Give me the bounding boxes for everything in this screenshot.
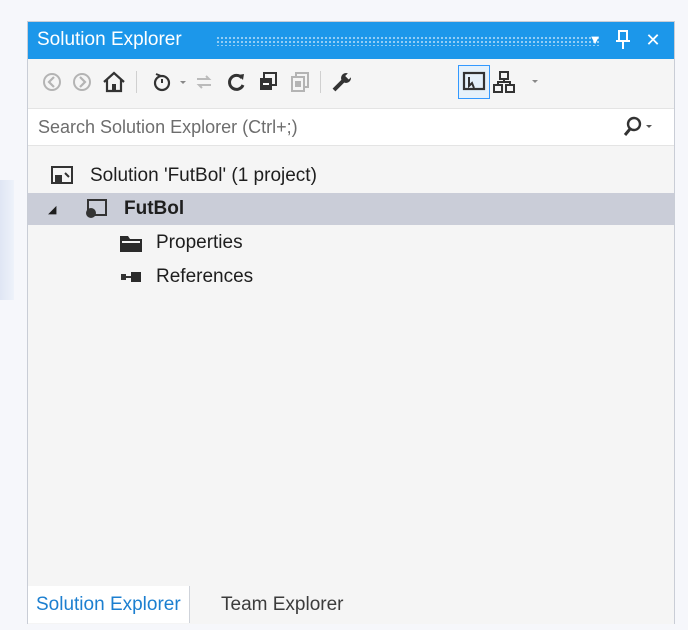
search-bar xyxy=(28,108,674,146)
solution-icon xyxy=(50,165,74,187)
tree-item-label: Properties xyxy=(156,232,243,253)
bottom-tab-strip: Solution Explorer Team Explorer xyxy=(28,586,674,624)
toolbar-separator xyxy=(320,71,321,93)
tree-item-label: References xyxy=(156,266,254,287)
search-input[interactable] xyxy=(36,114,600,140)
home-icon[interactable] xyxy=(100,68,128,96)
project-icon xyxy=(84,198,108,220)
tree-item-properties[interactable]: Properties xyxy=(28,227,674,259)
toolbar-separator xyxy=(136,71,137,93)
forward-icon[interactable] xyxy=(68,68,96,96)
sync-with-active-document-icon[interactable] xyxy=(190,68,218,96)
tab-team-explorer[interactable]: Team Explorer xyxy=(213,586,352,623)
refresh-icon[interactable] xyxy=(222,68,250,96)
expand-arrow-icon[interactable]: ◢ xyxy=(48,203,56,216)
tab-solution-explorer[interactable]: Solution Explorer xyxy=(28,586,190,623)
background-strip xyxy=(0,180,14,300)
show-all-files-icon[interactable] xyxy=(286,68,314,96)
pending-changes-filter-icon[interactable] xyxy=(152,68,188,96)
tree-item-solution[interactable]: Solution 'FutBol' (1 project) xyxy=(28,160,674,192)
panel-title: Solution Explorer xyxy=(37,29,182,50)
references-icon xyxy=(118,266,142,288)
pin-icon[interactable] xyxy=(612,28,634,52)
title-grip[interactable] xyxy=(216,36,600,46)
toolbar xyxy=(28,59,674,105)
properties-icon[interactable] xyxy=(328,68,356,96)
solution-tree: Solution 'FutBol' (1 project) ◢ FutBol P… xyxy=(28,148,674,578)
tree-item-label: FutBol xyxy=(124,198,185,219)
preview-selected-items-icon[interactable] xyxy=(458,65,490,99)
tree-item-label: Solution 'FutBol' (1 project) xyxy=(90,165,317,186)
window-position-dropdown-icon[interactable]: ▼ xyxy=(584,28,606,52)
collapse-all-icon[interactable] xyxy=(254,68,282,96)
close-icon[interactable]: ✕ xyxy=(642,28,664,52)
back-icon[interactable] xyxy=(38,68,66,96)
solution-explorer-panel: Solution Explorer ▼ ✕ Search Solution Ex… xyxy=(27,21,675,624)
properties-folder-icon xyxy=(118,232,142,254)
view-class-diagram-icon[interactable] xyxy=(492,68,544,96)
search-icon[interactable] xyxy=(622,115,656,139)
title-bar[interactable]: Solution Explorer ▼ ✕ xyxy=(28,22,674,59)
tree-item-references[interactable]: References xyxy=(28,261,674,293)
tree-item-project[interactable]: ◢ FutBol xyxy=(28,193,674,225)
